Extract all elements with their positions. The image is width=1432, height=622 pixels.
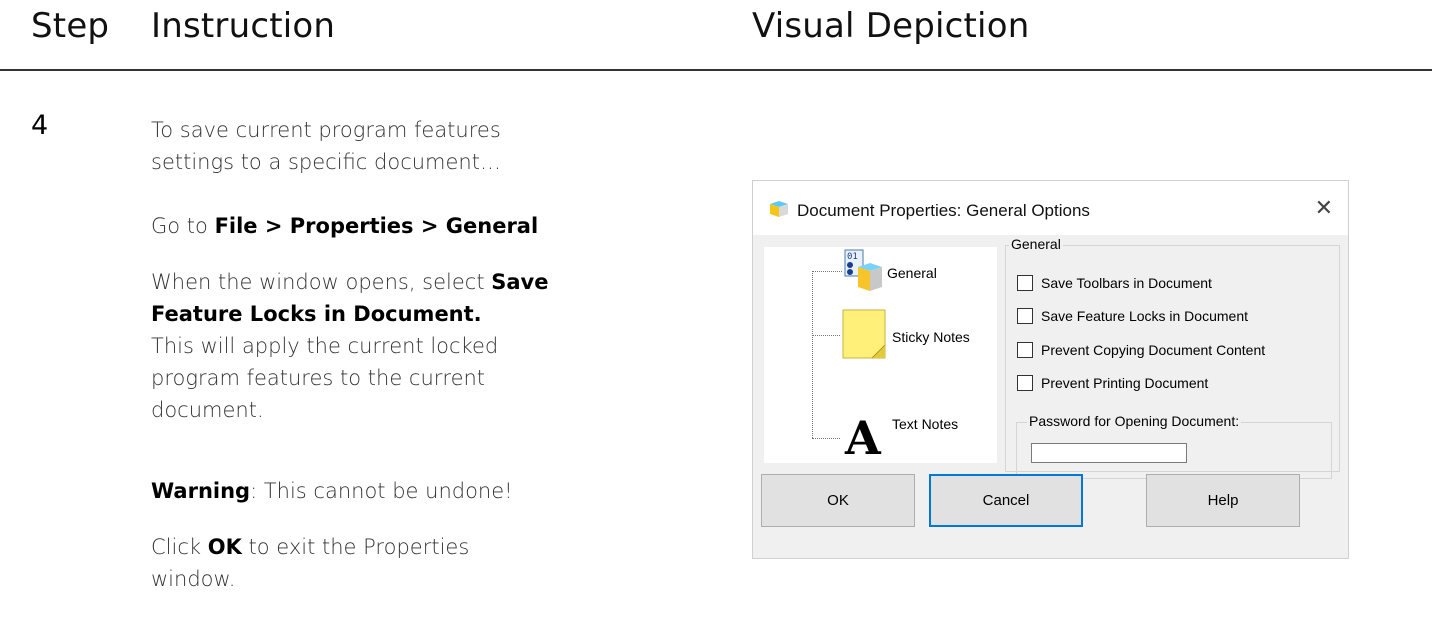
tree-item-text-notes[interactable]: A Text Notes	[842, 412, 997, 462]
instruction-line: window.	[151, 567, 236, 591]
instruction-warning: Warning: This cannot be undone!	[151, 475, 513, 507]
tree-connector	[812, 335, 840, 336]
prevent-printing-checkbox[interactable]: Prevent Printing Document	[1017, 375, 1208, 391]
checkbox-label: Prevent Printing Document	[1041, 375, 1209, 391]
checkbox-box[interactable]	[1017, 308, 1033, 324]
tree-item-label: Sticky Notes	[892, 329, 970, 345]
checkbox-box[interactable]	[1017, 375, 1033, 391]
sticky-note-icon	[842, 309, 886, 359]
tree-item-label: General	[887, 265, 937, 281]
instruction-line: document.	[151, 398, 264, 422]
instruction-text: to exit the Properties	[241, 535, 470, 559]
ok-button[interactable]: OK	[761, 474, 915, 527]
instruction-text: Click	[151, 535, 208, 559]
menu-path: File > Properties > General	[214, 214, 539, 238]
general-settings-icon: 01	[844, 249, 882, 291]
instruction-text: : This cannot be undone!	[250, 479, 513, 503]
tree-connector	[812, 438, 840, 439]
cancel-button[interactable]: Cancel	[929, 474, 1083, 527]
option-name: Save	[491, 270, 549, 294]
ok-reference: OK	[207, 535, 242, 559]
tree-item-general[interactable]: 01 General	[842, 247, 997, 295]
instruction-select: When the window opens, select Save Featu…	[151, 266, 548, 330]
document-properties-dialog: Document Properties: General Options ✕ 0…	[752, 180, 1349, 559]
instruction-text: When the window opens, select	[151, 270, 492, 294]
password-input[interactable]	[1031, 443, 1187, 463]
password-label: Password for Opening Document:	[1027, 413, 1242, 429]
tree-item-sticky-notes[interactable]: Sticky Notes	[842, 305, 997, 365]
category-tree: 01 General Sticky Notes A Text Notes	[764, 247, 997, 463]
instruction-line: program features to the current	[151, 366, 486, 390]
tree-connector	[812, 271, 813, 438]
checkbox-label: Prevent Copying Document Content	[1041, 342, 1266, 358]
dialog-titlebar: Document Properties: General Options ✕	[753, 181, 1348, 235]
general-group-label: General	[1009, 236, 1063, 252]
instruction-line: settings to a specific document…	[151, 150, 501, 174]
instruction-effect: This will apply the current locked progr…	[151, 330, 498, 426]
close-button[interactable]: ✕	[1315, 195, 1333, 221]
save-toolbars-checkbox[interactable]: Save Toolbars in Document	[1017, 275, 1212, 291]
checkbox-box[interactable]	[1017, 342, 1033, 358]
column-header-instruction: Instruction	[151, 6, 336, 46]
option-name: Feature Locks in Document.	[151, 302, 482, 326]
column-header-step: Step	[31, 6, 110, 46]
column-header-visual: Visual Depiction	[752, 6, 1030, 46]
tree-connector	[812, 271, 842, 272]
app-icon	[770, 201, 788, 217]
instruction-line: To save current program features	[151, 118, 501, 142]
checkbox-box[interactable]	[1017, 275, 1033, 291]
dialog-title: Document Properties: General Options	[797, 201, 1090, 220]
svg-text:A: A	[844, 412, 882, 460]
tree-item-label: Text Notes	[892, 416, 959, 432]
text-letter-icon: A	[844, 412, 882, 460]
help-button[interactable]: Help	[1146, 474, 1300, 527]
instruction-text: Go to	[151, 214, 215, 238]
header-divider	[0, 69, 1432, 71]
instruction-exit: Click OK to exit the Properties window.	[151, 531, 469, 595]
instruction-menu-path: Go to File > Properties > General	[151, 210, 538, 242]
checkbox-label: Save Toolbars in Document	[1041, 275, 1212, 291]
prevent-copying-checkbox[interactable]: Prevent Copying Document Content	[1017, 342, 1265, 358]
instruction-line: This will apply the current locked	[151, 334, 499, 358]
warning-label: Warning	[151, 479, 251, 503]
step-number: 4	[31, 110, 49, 141]
checkbox-label: Save Feature Locks in Document	[1041, 308, 1248, 324]
svg-text:01: 01	[847, 252, 858, 262]
instruction-intro: To save current program features setting…	[151, 114, 501, 178]
save-feature-locks-checkbox[interactable]: Save Feature Locks in Document	[1017, 308, 1248, 324]
